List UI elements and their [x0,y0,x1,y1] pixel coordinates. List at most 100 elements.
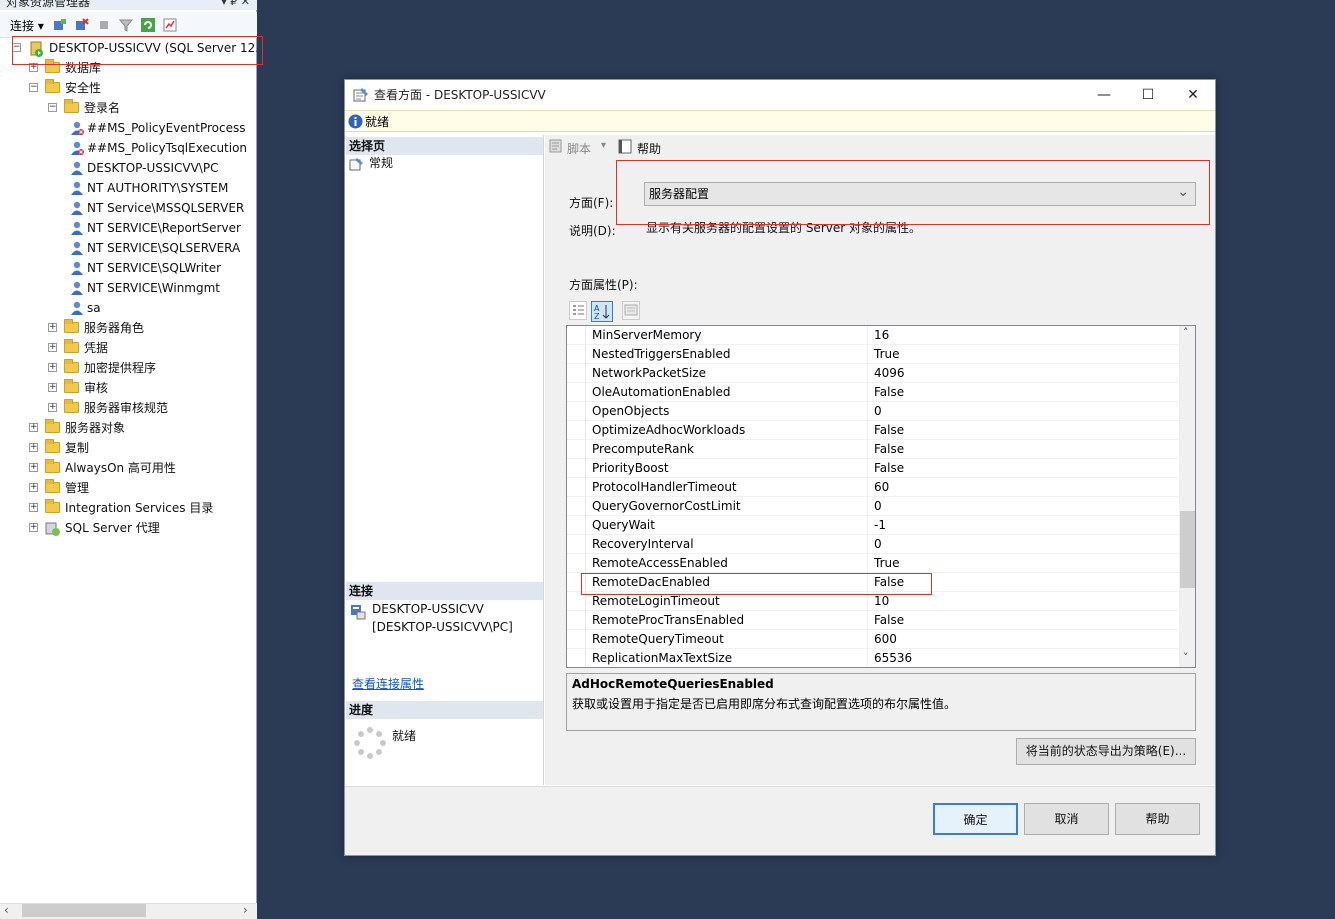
close-button[interactable]: ✕ [1170,80,1216,110]
property-value[interactable]: -1 [874,516,886,535]
property-row[interactable]: PrecomputeRank False [567,440,1179,459]
help-icon[interactable] [618,139,633,157]
alphabetical-sort-icon[interactable]: AZ [591,301,613,322]
facet-properties-grid[interactable]: MinServerMemory 16 NestedTriggersEnabled Tr… [566,325,1196,668]
tree-node[interactable]: + 服务器审核规范 [0,398,257,418]
collapse-icon[interactable]: − [48,103,57,112]
property-row[interactable]: RemoteAccessEnabled True [567,554,1179,573]
ok-button[interactable]: 确定 [933,803,1018,835]
export-policy-button[interactable]: 将当前的状态导出为策略(E)... [1016,738,1196,765]
expand-icon[interactable]: + [29,483,38,492]
property-value[interactable]: False [874,611,904,630]
property-row[interactable]: NetworkPacketSize 4096 [567,364,1179,383]
property-value[interactable]: False [874,573,904,592]
scroll-up-icon[interactable]: ˄ [1183,326,1189,339]
scroll-down-icon[interactable]: ˅ [1183,651,1189,664]
property-value[interactable]: 16 [874,326,889,345]
expand-icon[interactable]: + [29,463,38,472]
tree-node[interactable]: NT AUTHORITY\SYSTEM [0,178,257,198]
minimize-button[interactable]: — [1081,80,1127,110]
property-row[interactable]: RemoteDacEnabled False [567,573,1179,592]
expand-icon[interactable]: + [48,343,57,352]
facet-select[interactable]: 服务器配置 ⌄ [644,182,1196,206]
property-value[interactable]: 600 [874,630,897,649]
vertical-scrollbar[interactable]: ˄ ˅ [1179,326,1195,667]
scroll-left-icon[interactable]: ‹ [4,903,9,917]
tree-node[interactable]: NT SERVICE\ReportServer [0,218,257,238]
property-row[interactable]: QueryGovernorCostLimit 0 [567,497,1179,516]
help-toolbar-button[interactable]: 帮助 [637,140,661,157]
categorized-sort-icon[interactable] [569,301,587,320]
property-row[interactable]: ReplicationMaxTextSize 65536 [567,649,1179,667]
connect-server-icon[interactable] [53,18,67,32]
tree-node[interactable]: + 管理 [0,478,257,498]
property-row[interactable]: OptimizeAdhocWorkloads False [567,421,1179,440]
maximize-button[interactable]: ☐ [1125,80,1171,110]
expand-icon[interactable]: + [29,63,38,72]
property-value[interactable]: 65536 [874,649,912,667]
expand-icon[interactable]: + [29,423,38,432]
script-icon[interactable] [549,139,564,156]
property-value[interactable]: 60 [874,478,889,497]
panel-window-buttons[interactable]: ▾ ₽ ✕ [221,0,250,8]
tree-node[interactable]: + 复制 [0,438,257,458]
tree-node[interactable]: + 审核 [0,378,257,398]
expand-icon[interactable]: + [48,383,57,392]
property-value[interactable]: False [874,421,904,440]
refresh-icon[interactable] [141,18,155,32]
cancel-button[interactable]: 取消 [1024,803,1109,835]
property-value[interactable]: 0 [874,535,882,554]
property-row[interactable]: NestedTriggersEnabled True [567,345,1179,364]
tree-node[interactable]: + Integration Services 目录 [0,498,257,518]
property-row[interactable]: RecoveryInterval 0 [567,535,1179,554]
tree-node[interactable]: + 服务器角色 [0,318,257,338]
property-value[interactable]: True [874,554,900,573]
collapse-icon[interactable]: − [29,83,38,92]
expand-icon[interactable]: + [48,323,57,332]
property-value[interactable]: True [874,345,900,364]
property-row[interactable]: QueryWait -1 [567,516,1179,535]
property-row[interactable]: OleAutomationEnabled False [567,383,1179,402]
expand-icon[interactable]: + [29,523,38,532]
property-value[interactable]: False [874,459,904,478]
dialog-titlebar[interactable]: 查看方面 - DESKTOP-USSICVV — ☐ ✕ [345,80,1215,110]
vertical-scroll-thumb[interactable] [1180,511,1195,588]
expand-icon[interactable]: + [29,503,38,512]
property-value[interactable]: False [874,440,904,459]
chevron-down-icon[interactable]: ⌄ [1177,181,1189,203]
tree-node[interactable]: ##MS_PolicyEventProcess [0,118,257,138]
tree-node[interactable]: NT Service\MSSQLSERVER [0,198,257,218]
property-value[interactable]: 0 [874,402,882,421]
property-row[interactable]: PriorityBoost False [567,459,1179,478]
scroll-right-icon[interactable]: › [243,903,248,917]
property-value[interactable]: 4096 [874,364,905,383]
help-button[interactable]: 帮助 [1115,803,1200,835]
tree-node[interactable]: − 登录名 [0,98,257,118]
stop-icon[interactable] [97,18,111,32]
tree-node[interactable]: + 加密提供程序 [0,358,257,378]
filter-icon[interactable] [118,18,134,32]
tree-node[interactable]: NT SERVICE\SQLSERVERA [0,238,257,258]
property-value[interactable]: 10 [874,592,889,611]
tree-node[interactable]: NT SERVICE\SQLWriter [0,258,257,278]
property-row[interactable]: RemoteProcTransEnabled False [567,611,1179,630]
view-connection-properties-link[interactable]: 查看连接属性 [352,676,424,693]
tree-node[interactable]: NT SERVICE\Winmgmt [0,278,257,298]
property-row[interactable]: MinServerMemory 16 [567,326,1179,345]
tree-node[interactable]: − 安全性 [0,78,257,98]
horizontal-scroll-thumb[interactable] [22,904,146,917]
tree-node[interactable]: + 数据库 [0,58,257,78]
activity-monitor-icon[interactable] [163,18,177,32]
tree-node[interactable]: + AlwaysOn 高可用性 [0,458,257,478]
page-general[interactable]: 常规 [369,155,393,172]
script-dropdown-arrow[interactable]: ▾ [601,140,606,151]
connect-dropdown-button[interactable]: 连接 ▾ [10,17,44,34]
expand-icon[interactable]: + [48,403,57,412]
tree-node[interactable]: DESKTOP-USSICVV\PC [0,158,257,178]
property-value[interactable]: 0 [874,497,882,516]
tree-node[interactable]: − DESKTOP-USSICVV (SQL Server 12.0 [0,38,257,58]
property-row[interactable]: RemoteQueryTimeout 600 [567,630,1179,649]
collapse-icon[interactable]: − [12,43,21,52]
tree-node[interactable]: sa [0,298,257,318]
tree-node[interactable]: + 凭据 [0,338,257,358]
